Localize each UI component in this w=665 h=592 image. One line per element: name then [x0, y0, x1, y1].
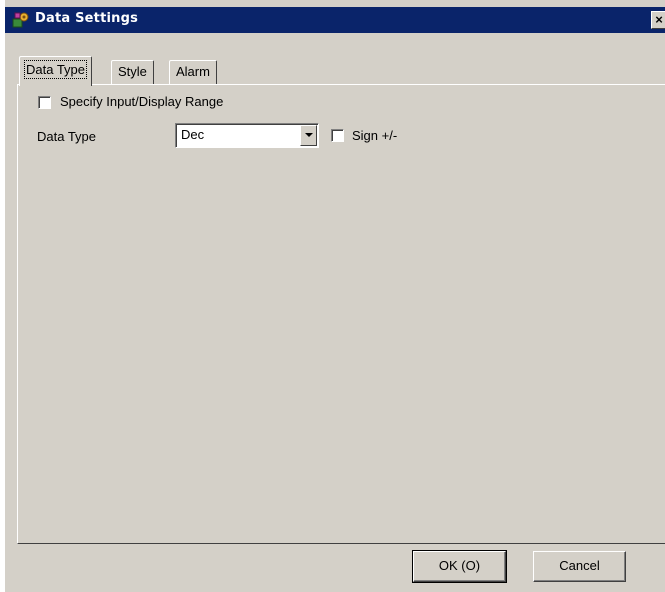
- window-title: Data Settings: [35, 11, 139, 26]
- title-bar[interactable]: Data Settings ×: [5, 7, 665, 33]
- tab-panel-data-type: [17, 84, 665, 544]
- ok-button[interactable]: OK (O): [412, 550, 507, 583]
- tab-label: Data Type: [23, 60, 88, 79]
- tab-label: Alarm: [176, 64, 210, 79]
- tab-style[interactable]: Style: [111, 60, 154, 84]
- tab-alarm[interactable]: Alarm: [169, 60, 217, 84]
- tab-data-type[interactable]: Data Type: [19, 56, 93, 86]
- settings-app-icon: [12, 12, 29, 28]
- close-icon: ×: [655, 12, 663, 27]
- close-button[interactable]: ×: [651, 11, 665, 29]
- data-settings-dialog: Data Settings × Data Type Style Alarm Sp…: [4, 0, 665, 592]
- cancel-button[interactable]: Cancel: [533, 551, 626, 582]
- tab-label: Style: [118, 64, 147, 79]
